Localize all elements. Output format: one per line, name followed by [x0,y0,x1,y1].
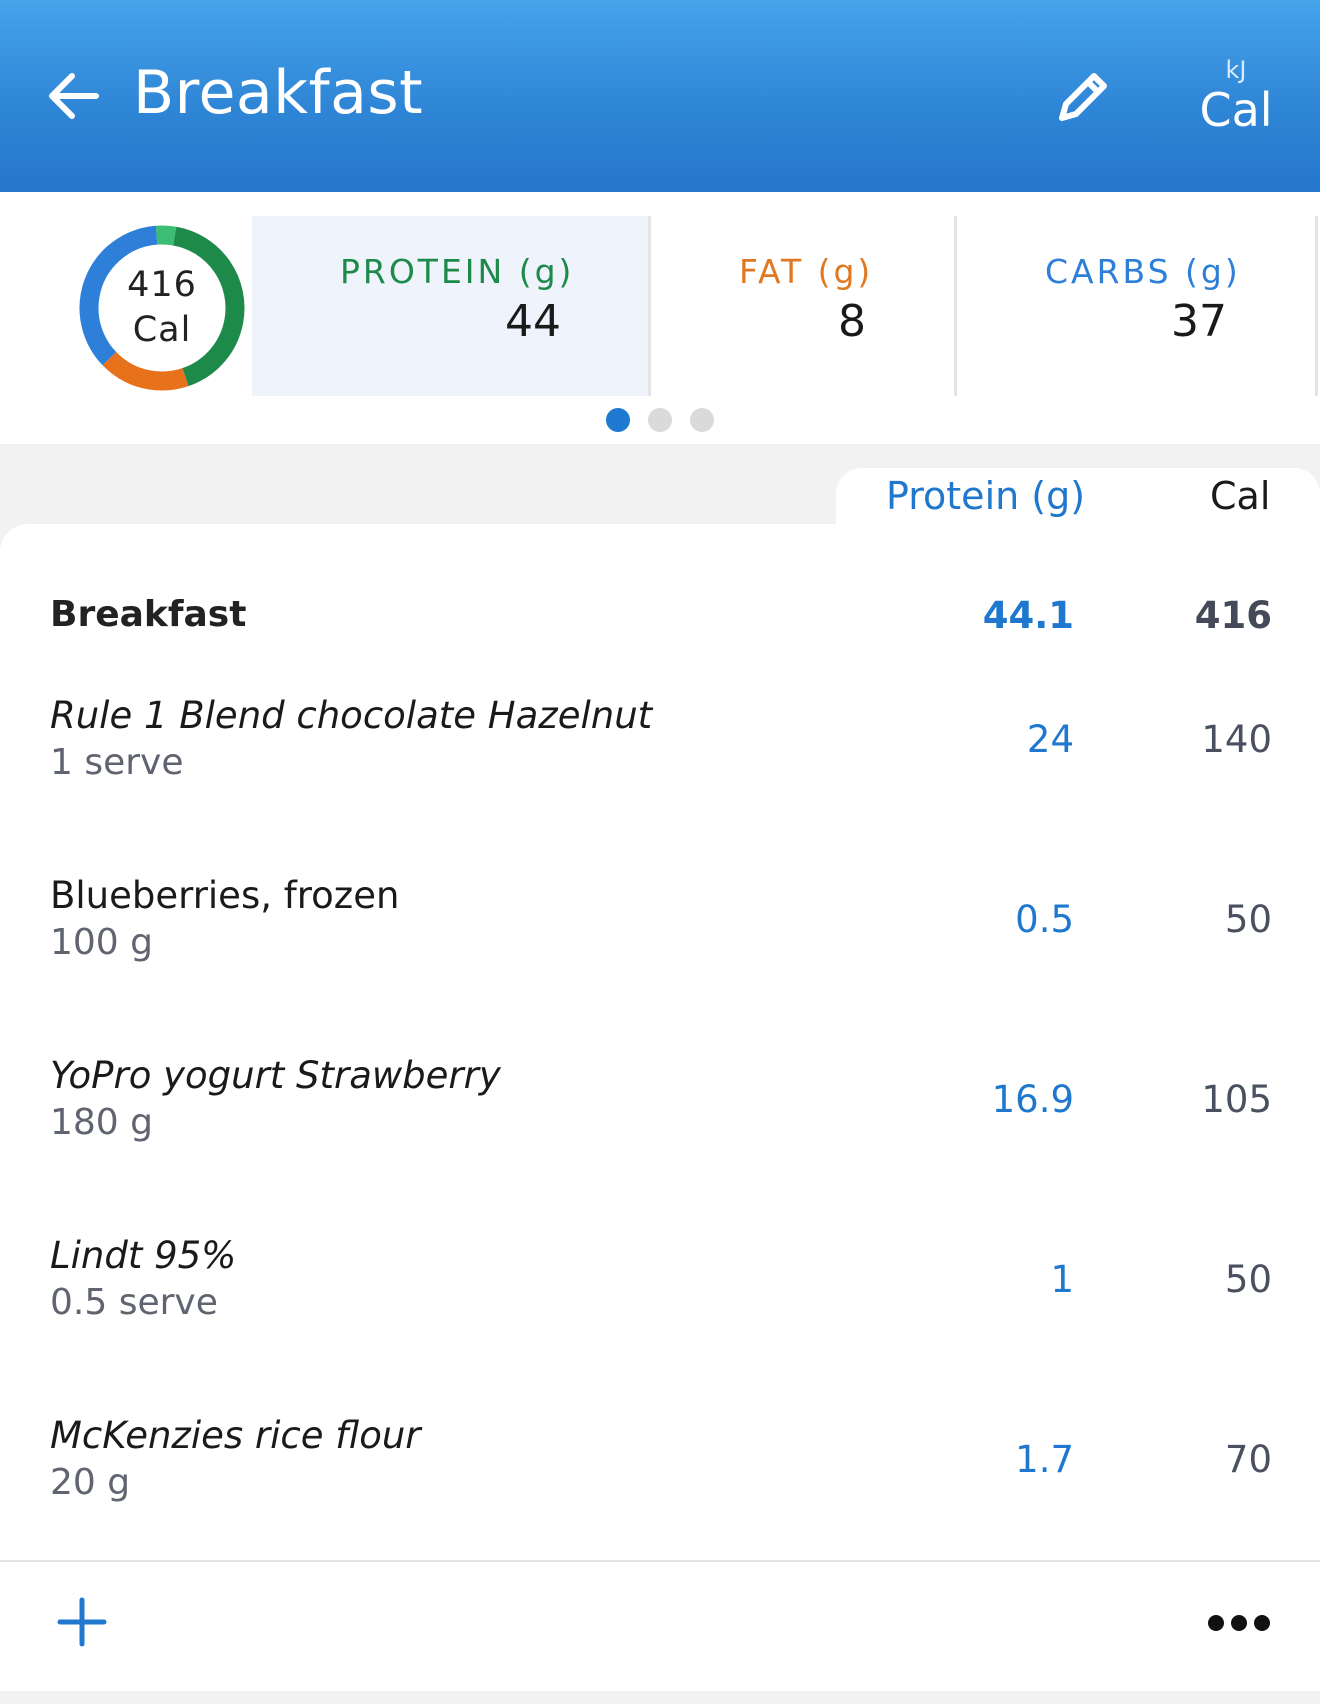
macro-label-protein: PROTEIN (g) [340,252,575,291]
macro-value-fat: 8 [838,296,866,347]
divider [0,1560,1320,1562]
calorie-ring-label: 416 Cal [70,216,254,400]
food-item-qty: 180 g [50,1102,154,1143]
food-item-name: Blueberries, frozen [50,874,400,917]
macro-label-fat: FAT (g) [739,252,874,291]
bottom-strip [0,1691,1320,1704]
app-header: Breakfast kJ Cal [0,0,1320,192]
food-item-name: Lindt 95% [50,1234,237,1277]
unit-selected-label: Cal [1199,83,1273,137]
food-item-protein: 1.7 [1015,1438,1074,1481]
macro-card-protein[interactable]: PROTEIN (g) 44 [252,216,649,396]
food-item-protein: 0.5 [1015,898,1074,941]
meal-total-row[interactable]: Breakfast 44.1 416 [0,564,1320,674]
unit-alt-label: kJ [1225,56,1247,84]
calorie-unit: Cal [132,310,192,350]
food-item-protein: 24 [1026,718,1074,761]
pencil-icon[interactable] [1048,62,1118,132]
food-item-cal: 70 [1224,1438,1272,1481]
food-item-qty: 0.5 serve [50,1282,218,1323]
food-item-cal: 140 [1201,718,1272,761]
food-item-cal: 50 [1224,898,1272,941]
food-item-row[interactable]: Lindt 95% 0.5 serve 1 50 [0,1234,1320,1384]
calorie-total: 416 [127,265,197,305]
macro-summary: 416 Cal PROTEIN (g) 44 FAT (g) 8 CARBS (… [0,192,1320,444]
food-item-row[interactable]: Blueberries, frozen 100 g 0.5 50 [0,874,1320,1024]
macro-label-carbs: CARBS (g) [1045,252,1241,291]
macro-value-protein: 44 [505,296,561,347]
macro-card-fat[interactable]: FAT (g) 8 [651,216,954,396]
food-item-cal: 50 [1224,1258,1272,1301]
food-item-protein: 1 [1050,1258,1074,1301]
food-item-qty: 100 g [50,922,154,963]
meal-total-name: Breakfast [50,594,247,635]
column-header-protein[interactable]: Protein (g) [886,474,1085,518]
food-item-row[interactable]: YoPro yogurt Strawberry 180 g 16.9 105 [0,1054,1320,1204]
pager-dot-2[interactable] [648,408,672,432]
macro-value-carbs: 37 [1171,296,1227,347]
macro-card-carbs[interactable]: CARBS (g) 37 [957,216,1315,396]
back-arrow-icon[interactable] [40,62,108,130]
plus-icon[interactable] [54,1594,110,1650]
food-item-cal: 105 [1201,1078,1272,1121]
food-item-protein: 16.9 [991,1078,1074,1121]
meal-total-cal: 416 [1194,594,1272,637]
food-item-name: YoPro yogurt Strawberry [50,1054,501,1097]
food-item-name: Rule 1 Blend chocolate Hazelnut [50,694,653,737]
pager-dot-1[interactable] [606,408,630,432]
food-item-row[interactable]: Rule 1 Blend chocolate Hazelnut 1 serve … [0,694,1320,844]
food-item-name: McKenzies rice flour [50,1414,421,1457]
meal-total-protein: 44.1 [982,594,1074,637]
column-header-cal[interactable]: Cal [1210,474,1270,518]
food-item-row[interactable]: McKenzies rice flour 20 g 1.7 70 [0,1414,1320,1564]
divider [1315,216,1318,396]
more-horizontal-icon[interactable] [1206,1608,1272,1638]
page-title: Breakfast [133,58,424,128]
food-item-qty: 1 serve [50,742,184,783]
food-list-card: Breakfast 44.1 416 Rule 1 Blend chocolat… [0,524,1320,1691]
unit-toggle[interactable]: kJ Cal [1188,56,1284,140]
food-item-qty: 20 g [50,1462,131,1503]
pager-dot-3[interactable] [690,408,714,432]
